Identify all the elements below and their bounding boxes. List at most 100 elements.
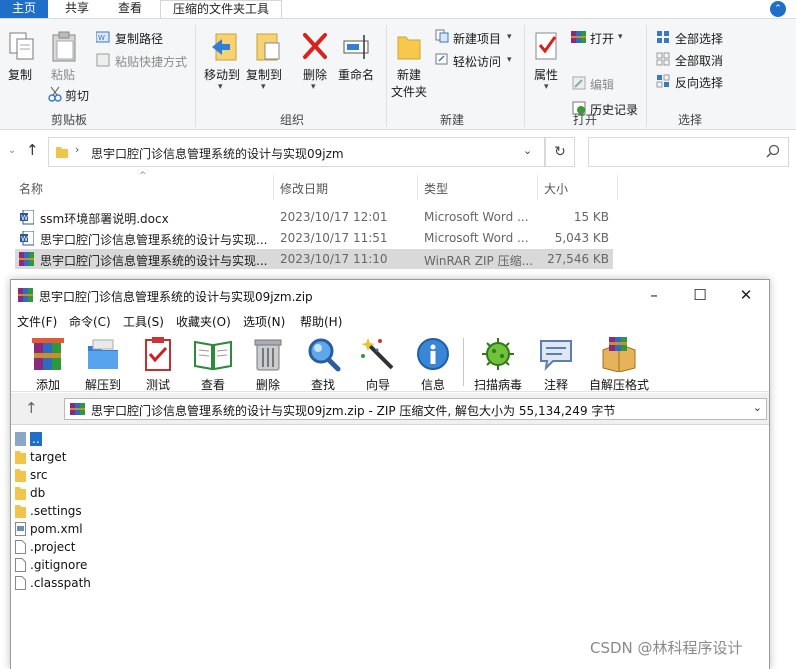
rename-button[interactable] [342, 33, 372, 64]
wizard-button[interactable]: 向导 [348, 336, 408, 393]
find-button[interactable]: 查找 [293, 336, 353, 393]
menu-file[interactable]: 文件(F) [17, 313, 57, 330]
chevron-down-icon: ▾ [261, 82, 266, 92]
column-date[interactable]: 修改日期 [280, 180, 328, 197]
new-item-button[interactable]: 新建项目 [453, 30, 501, 47]
chevron-down-icon[interactable]: ⌄ [8, 145, 16, 156]
column-separator[interactable] [273, 175, 274, 200]
copy-to-button[interactable] [253, 31, 283, 66]
column-separator[interactable] [417, 175, 418, 200]
select-none-button[interactable]: 全部取消 [675, 52, 723, 69]
paste-button[interactable] [50, 31, 78, 66]
extract-to-icon [88, 339, 118, 369]
menu-commands[interactable]: 命令(C) [69, 313, 111, 330]
file-name: ssm环境部署说明.docx [40, 212, 169, 226]
minimize-icon: – [650, 286, 658, 304]
edit-button[interactable]: 编辑 [590, 76, 614, 93]
menu-tools[interactable]: 工具(S) [123, 313, 164, 330]
delete-button[interactable] [301, 31, 329, 64]
move-to-button[interactable] [210, 31, 240, 66]
virus-scan-icon [482, 338, 514, 370]
chevron-down-icon: ▾ [311, 82, 316, 92]
tab-view[interactable]: 查看 [106, 0, 154, 18]
file-row[interactable]: W ssm环境部署说明.docx 2023/10/17 12:01 Micros… [15, 207, 613, 227]
menu-help[interactable]: 帮助(H) [300, 313, 342, 330]
column-separator[interactable] [537, 175, 538, 200]
file-type: WinRAR ZIP 压缩... [424, 254, 534, 268]
maximize-button[interactable]: ☐ [677, 280, 723, 310]
column-type[interactable]: 类型 [424, 180, 448, 197]
ribbon-separator [386, 25, 387, 127]
copy-label: 复制 [8, 68, 33, 82]
tab-home[interactable]: 主页 [0, 0, 48, 18]
organize-group-label: 组织 [279, 113, 304, 127]
copy-path-button[interactable]: 复制路径 [115, 30, 163, 47]
move-to-label: 移动到 [204, 68, 241, 82]
column-size[interactable]: 大小 [544, 180, 568, 197]
menu-favorites[interactable]: 收藏夹(O) [176, 313, 231, 330]
menu-options[interactable]: 选项(N) [243, 313, 285, 330]
paste-shortcut-button[interactable]: 粘贴快捷方式 [115, 53, 187, 70]
column-name[interactable]: 名称 [19, 180, 43, 197]
file-type: Microsoft Word ... [424, 210, 529, 224]
up-arrow-icon[interactable]: ↑ [25, 399, 38, 417]
search-input[interactable] [588, 137, 789, 167]
select-all-button[interactable]: 全部选择 [675, 30, 723, 47]
refresh-button[interactable]: ↻ [545, 137, 575, 167]
up-arrow-icon[interactable]: ↑ [26, 141, 39, 159]
address-bar[interactable]: › 思宇口腔门诊信息管理系统的设计与实现09jzm ⌄ [48, 137, 545, 167]
column-separator[interactable] [617, 175, 618, 200]
properties-icon [535, 32, 557, 60]
chevron-up-icon[interactable]: ⌃ [770, 1, 786, 17]
tab-compressed-folder-tools[interactable]: 压缩的文件夹工具 [160, 0, 282, 18]
file-row-selected[interactable]: 思宇口腔门诊信息管理系统的设计与实现... 2023/10/17 11:10 W… [15, 249, 613, 269]
move-to-icon [212, 33, 237, 61]
new-folder-button[interactable] [396, 31, 422, 64]
minimize-button[interactable]: – [631, 280, 677, 310]
toolbar-separator [463, 338, 464, 386]
ribbon-separator [646, 25, 647, 127]
sfx-button[interactable]: 自解压格式 [589, 336, 649, 393]
archive-file-list: .. target src db .settings pom.xml .proj… [11, 426, 769, 669]
open-button[interactable]: 打开 [590, 30, 614, 47]
copy-button[interactable] [8, 31, 36, 66]
file-row[interactable]: W 思宇口腔门诊信息管理系统的设计与实现... 2023/10/17 11:51… [15, 228, 613, 248]
properties-button[interactable] [533, 31, 561, 66]
archive-path-field[interactable]: 思宇口腔门诊信息管理系统的设计与实现09jzm.zip - ZIP 压缩文件, … [64, 398, 767, 420]
tool-label: 注释 [543, 378, 568, 392]
virus-scan-button[interactable]: 扫描病毒 [468, 336, 528, 393]
view-button[interactable]: 查看 [183, 336, 243, 393]
xml-file-icon [15, 522, 27, 539]
test-button[interactable]: 测试 [128, 336, 188, 393]
new-folder-label-1: 新建 [397, 68, 422, 82]
delete-button[interactable]: 删除 [238, 336, 298, 393]
parent-folder-icon [15, 432, 27, 449]
properties-label: 属性 [534, 68, 559, 82]
folder-icon [55, 145, 69, 162]
refresh-icon: ↻ [554, 144, 566, 160]
extract-to-button[interactable]: 解压到 [73, 336, 133, 393]
comment-button[interactable]: 注释 [526, 336, 586, 393]
close-button[interactable]: ✕ [723, 280, 769, 310]
chevron-right-icon[interactable]: › [75, 143, 79, 156]
rename-icon [343, 35, 369, 59]
tab-share[interactable]: 共享 [52, 0, 102, 18]
wizard-icon [361, 338, 394, 370]
winrar-icon [70, 402, 86, 419]
file-type: Microsoft Word ... [424, 231, 529, 245]
invert-selection-button[interactable]: 反向选择 [675, 74, 723, 91]
info-button[interactable]: 信息 [403, 336, 463, 393]
winrar-title-bar[interactable]: 思宇口腔门诊信息管理系统的设计与实现09jzm.zip – ☐ ✕ [11, 280, 769, 310]
chevron-down-icon[interactable]: ⌄ [753, 401, 762, 414]
svg-text:W: W [21, 235, 28, 243]
list-item-label: .classpath [30, 576, 91, 590]
folder-icon [15, 486, 27, 503]
invert-selection-icon [656, 74, 670, 91]
window-title: 思宇口腔门诊信息管理系统的设计与实现09jzm.zip [39, 290, 313, 304]
add-button[interactable]: 添加 [18, 336, 78, 393]
copy-icon [9, 32, 34, 60]
easy-access-button[interactable]: 轻松访问 [453, 53, 501, 70]
cut-button[interactable]: 剪切 [65, 87, 89, 104]
chevron-down-icon[interactable]: ⌄ [523, 144, 532, 157]
select-group-label: 选择 [677, 113, 702, 127]
